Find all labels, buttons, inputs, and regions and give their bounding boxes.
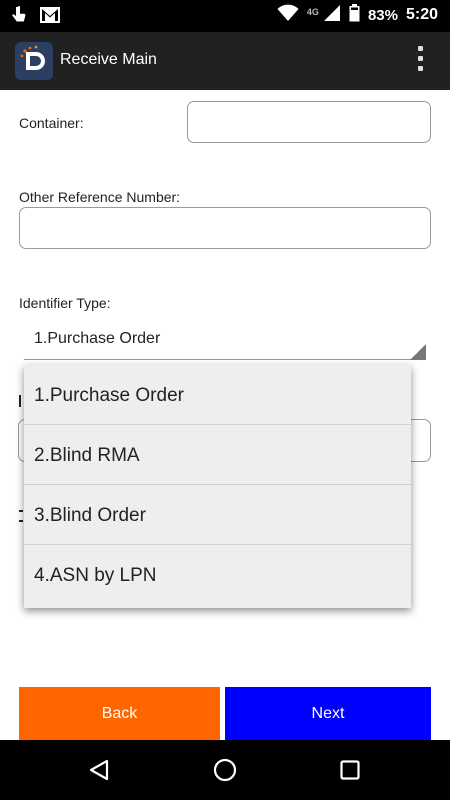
overflow-menu-icon[interactable] xyxy=(418,46,424,76)
battery-icon xyxy=(349,4,360,26)
other-reference-label: Other Reference Number: xyxy=(19,189,181,205)
other-reference-input[interactable] xyxy=(19,207,431,249)
touch-icon xyxy=(10,5,28,30)
identifier-type-select[interactable]: 1.Purchase Order xyxy=(34,330,160,348)
clock: 5:20 xyxy=(405,6,438,23)
dropdown-option-blind-order[interactable]: 3.Blind Order xyxy=(24,485,411,545)
network-type: 4G xyxy=(306,7,319,17)
identifier-type-dropdown: 1.Purchase Order 2.Blind RMA 3.Blind Ord… xyxy=(24,365,411,608)
status-bar: 4G 83% 5:20 xyxy=(0,0,450,32)
back-button[interactable]: Back xyxy=(19,687,220,740)
identifier-type-label: Identifier Type: xyxy=(19,295,111,311)
back-nav-icon[interactable] xyxy=(88,759,110,786)
app-title: Receive Main xyxy=(60,51,157,68)
signal-icon xyxy=(323,4,341,26)
home-nav-icon[interactable] xyxy=(213,758,237,787)
system-nav-bar xyxy=(0,740,450,800)
app-logo-icon xyxy=(15,42,53,80)
select-underline xyxy=(24,359,426,360)
container-label: Container: xyxy=(19,115,84,131)
battery-percent: 83% xyxy=(367,6,398,24)
gmail-icon xyxy=(40,7,60,28)
app-bar: Receive Main xyxy=(0,32,450,90)
wifi-icon xyxy=(277,4,299,26)
recents-nav-icon[interactable] xyxy=(340,760,360,785)
dropdown-arrow-icon xyxy=(410,344,426,360)
dropdown-option-asn-by-lpn[interactable]: 4.ASN by LPN xyxy=(24,545,411,605)
dropdown-option-purchase-order[interactable]: 1.Purchase Order xyxy=(24,365,411,425)
container-input[interactable] xyxy=(187,101,431,143)
dropdown-option-blind-rma[interactable]: 2.Blind RMA xyxy=(24,425,411,485)
next-button[interactable]: Next xyxy=(225,687,431,740)
